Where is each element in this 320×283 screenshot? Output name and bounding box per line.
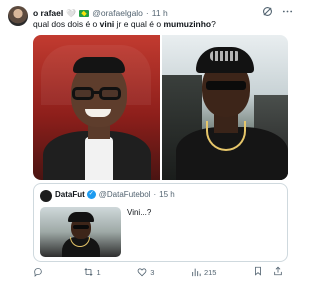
author-avatar[interactable] (8, 6, 28, 26)
quoted-text: Vini...? (127, 208, 152, 217)
tweet-text-bold: vini (99, 19, 115, 29)
tweet-card[interactable]: o rafael 🤍 @orafaelgalo · 11 h qual dos … (0, 0, 301, 283)
tweet-text-bold: mumuzinho (163, 19, 212, 29)
share-icon (274, 266, 282, 276)
share-button[interactable] (273, 266, 283, 278)
heart-icon (137, 268, 147, 277)
tweet-text: qual dos dois é o vini jr e qual é o mum… (33, 19, 293, 30)
views-button[interactable]: 215 (191, 267, 217, 277)
retweet-icon (83, 268, 93, 276)
separator-dot: · (153, 190, 157, 199)
tweet-media[interactable] (33, 35, 288, 180)
quoted-author-handle[interactable]: @DataFutebol (99, 190, 151, 199)
reply-button[interactable] (33, 267, 46, 277)
views-icon (192, 268, 201, 277)
quoted-tweet[interactable]: DataFut ✓ @DataFutebol · 15 h Vini...? (33, 183, 288, 262)
bookmark-icon (255, 266, 261, 276)
tweet-time[interactable]: 11 h (152, 8, 168, 18)
tweet-actions-right (253, 266, 283, 278)
tweet-header: o rafael 🤍 @orafaelgalo · 11 h (33, 6, 273, 20)
quoted-author-avatar[interactable] (40, 190, 52, 202)
author-name[interactable]: o rafael (33, 8, 63, 18)
retweet-count: 1 (96, 267, 101, 277)
bookmark-button[interactable] (253, 266, 263, 278)
white-heart-emoji: 🤍 (66, 8, 77, 18)
tweet-text-part: ? (211, 19, 216, 29)
tweet-top-icons (261, 5, 293, 17)
quoted-author-name[interactable]: DataFut (55, 190, 85, 199)
grok-icon[interactable] (261, 5, 273, 17)
quoted-time[interactable]: 15 h (159, 190, 175, 199)
more-icon[interactable] (281, 5, 293, 17)
tweet-actions: 1 3 215 (33, 266, 283, 278)
separator-dot: · (145, 8, 149, 18)
quoted-header: DataFut ✓ @DataFutebol · 15 h (55, 190, 175, 199)
reply-icon (34, 268, 42, 277)
retweet-button[interactable]: 1 (83, 267, 101, 277)
photo-left[interactable] (33, 35, 160, 180)
quoted-media-thumbnail[interactable] (40, 207, 121, 257)
photo-right[interactable] (161, 35, 288, 180)
verified-badge-icon: ✓ (86, 190, 96, 199)
brazil-flag-icon (79, 9, 90, 17)
tweet-text-part: jr e qual é o (114, 19, 164, 29)
like-count: 3 (150, 267, 155, 277)
author-handle[interactable]: @orafaelgalo (92, 8, 143, 18)
like-button[interactable]: 3 (137, 267, 154, 277)
tweet-text-part: qual dos dois é o (33, 19, 100, 29)
views-count: 215 (203, 267, 217, 277)
